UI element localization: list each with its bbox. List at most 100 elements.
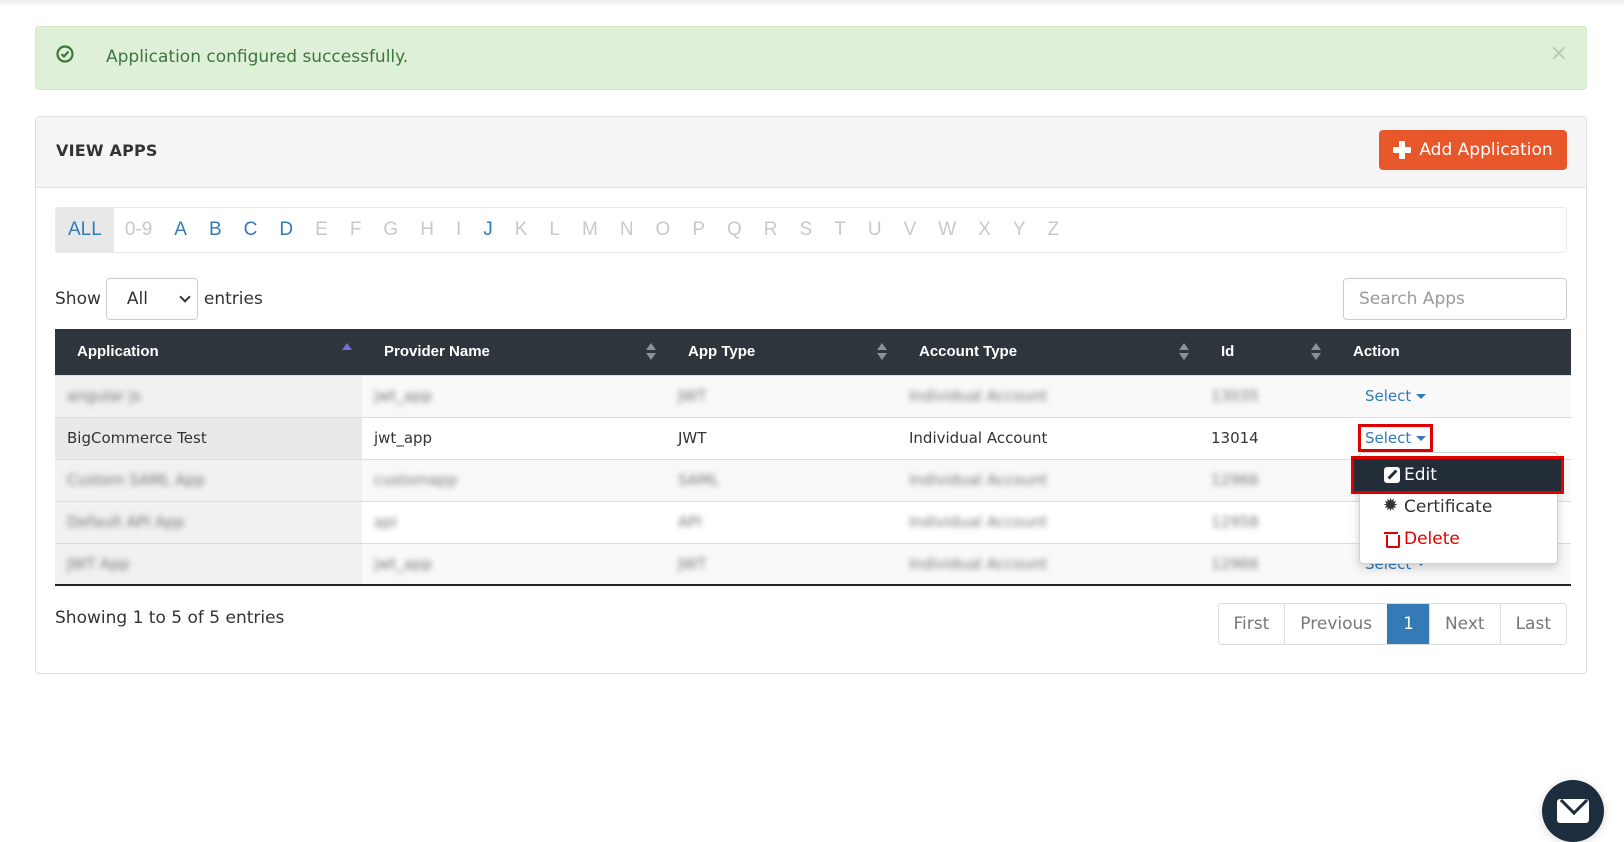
caret-down-icon: [1416, 435, 1427, 441]
alphabet-filter-x[interactable]: X: [967, 208, 1002, 252]
alphabet-filter-p[interactable]: P: [681, 208, 716, 252]
menu-item-certificate[interactable]: Certificate: [1360, 491, 1557, 523]
top-shadow: [0, 0, 1624, 6]
show-label: Show: [55, 289, 101, 309]
table-row: JWT App jwt_app JWT Individual Account 12966…: [55, 542, 1571, 586]
action-dropdown-menu: Edit Certificate Delete: [1351, 452, 1564, 564]
cell-account-type: Individual Account: [897, 542, 1199, 586]
alphabet-filter-c[interactable]: C: [233, 208, 269, 252]
alert-message: Application configured successfully.: [106, 47, 409, 67]
pagination-1[interactable]: 1: [1387, 604, 1429, 644]
alphabet-filter-n[interactable]: N: [609, 208, 645, 252]
column-header-app-type[interactable]: App Type: [666, 329, 897, 375]
alphabet-filter-e[interactable]: E: [304, 208, 339, 252]
cell-application: Custom SAML App: [55, 458, 362, 501]
cell-account-type: Individual Account: [897, 374, 1199, 417]
column-label: App Type: [688, 343, 756, 361]
column-header-id[interactable]: Id: [1199, 329, 1331, 375]
sort-icon: [877, 343, 887, 363]
cell-app-type: API: [666, 500, 897, 543]
alphabet-filter-r[interactable]: R: [753, 208, 789, 252]
action-select-dropdown[interactable]: Select: [1357, 424, 1434, 452]
cell-application-text: BigCommerce Test: [67, 429, 207, 447]
sort-icon: [646, 343, 656, 363]
alphabet-filter-k[interactable]: K: [504, 208, 539, 252]
cell-account-type: Individual Account: [897, 458, 1199, 501]
view-apps-panel: VIEW APPS Add Application ALL 0-9 A B C D E F G H…: [35, 116, 1587, 674]
pagination-next[interactable]: Next: [1428, 604, 1500, 644]
entries-select[interactable]: All: [105, 278, 198, 320]
column-label: Account Type: [919, 343, 1018, 361]
alphabet-filter-y[interactable]: Y: [1002, 208, 1037, 252]
alphabet-filter-v[interactable]: V: [893, 208, 928, 252]
cell-provider-name-text: jwt_app: [374, 554, 433, 573]
cell-application-text: JWT App: [67, 554, 130, 573]
alphabet-filter-i[interactable]: I: [445, 208, 472, 252]
add-application-button[interactable]: Add Application: [1379, 130, 1567, 170]
column-label: Id: [1221, 343, 1235, 361]
column-label: Provider Name: [384, 343, 490, 361]
menu-item-label: Edit: [1404, 465, 1437, 485]
alphabet-filter-t[interactable]: T: [823, 208, 857, 252]
cell-id-text: 12966: [1211, 471, 1259, 489]
add-application-label: Add Application: [1419, 140, 1553, 160]
action-select-dropdown[interactable]: Select: [1361, 385, 1430, 407]
panel-title: VIEW APPS: [56, 141, 158, 160]
cell-account-type-text: Individual Account: [909, 429, 1048, 447]
cell-id: 12966: [1199, 458, 1331, 501]
alphabet-filter-o[interactable]: O: [645, 208, 682, 252]
cell-id: 13014: [1199, 416, 1331, 459]
cell-provider-name: api: [362, 500, 666, 543]
cell-id-text: 12958: [1211, 513, 1259, 531]
cell-provider-name: jwt_app: [362, 374, 666, 417]
alphabet-filter-m[interactable]: M: [571, 208, 609, 252]
column-header-application[interactable]: Application: [55, 329, 362, 375]
cell-id: 12966: [1199, 542, 1331, 586]
menu-item-edit[interactable]: Edit: [1351, 456, 1564, 494]
certificate-icon: [1383, 495, 1400, 516]
alphabet-filter-a[interactable]: A: [163, 208, 198, 252]
select-label: Select: [1365, 387, 1412, 405]
alphabet-filter-u[interactable]: U: [857, 208, 893, 252]
alphabet-filter-g[interactable]: G: [372, 208, 409, 252]
alphabet-filter-w[interactable]: W: [927, 208, 967, 252]
cell-account-type-text: Individual Account: [909, 554, 1048, 573]
alphabet-filter-f[interactable]: F: [339, 208, 373, 252]
contact-mail-button[interactable]: [1542, 780, 1604, 842]
show-entries: Show All entries: [55, 278, 263, 320]
pagination-first[interactable]: First: [1218, 604, 1285, 644]
column-header-provider-name[interactable]: Provider Name: [362, 329, 666, 375]
cell-id-text: 13035: [1211, 387, 1259, 405]
alphabet-filter-s[interactable]: S: [789, 208, 824, 252]
menu-item-label: Delete: [1404, 529, 1460, 549]
cell-provider-name: jwt_app: [362, 542, 666, 586]
alphabet-filter-h[interactable]: H: [409, 208, 445, 252]
menu-item-delete[interactable]: Delete: [1360, 523, 1557, 555]
alphabet-filter-0-9[interactable]: 0-9: [114, 208, 163, 252]
cell-app-type: JWT: [666, 542, 897, 586]
alphabet-filter-j[interactable]: J: [472, 208, 504, 252]
cell-id-text: 13014: [1211, 429, 1259, 447]
close-icon[interactable]: ×: [1550, 43, 1568, 65]
pagination-previous[interactable]: Previous: [1284, 604, 1388, 644]
pagination-last[interactable]: Last: [1499, 604, 1566, 644]
apps-table: Application Provider Name App Type Accou…: [55, 329, 1571, 586]
cell-application: JWT App: [55, 542, 362, 586]
success-alert: Application configured successfully. ×: [35, 26, 1587, 90]
cell-app-type: SAML: [666, 458, 897, 501]
alphabet-filter-d[interactable]: D: [268, 208, 304, 252]
alphabet-filter-z[interactable]: Z: [1037, 208, 1071, 252]
alphabet-filter-q[interactable]: Q: [716, 208, 753, 252]
search-apps-input[interactable]: [1343, 278, 1567, 320]
alphabet-filter: ALL 0-9 A B C D E F G H I J K L M N O P Q R S T U V W X Y Z: [55, 207, 1567, 253]
table-row: BigCommerce Test jwt_app JWT Individual Acc…: [55, 416, 1571, 459]
panel-header: VIEW APPS Add Application: [36, 117, 1586, 188]
column-header-account-type[interactable]: Account Type: [897, 329, 1199, 375]
edit-icon: [1384, 467, 1400, 483]
alphabet-filter-l[interactable]: L: [538, 208, 571, 252]
entries-label: entries: [203, 289, 263, 309]
alphabet-filter-all[interactable]: ALL: [56, 208, 114, 252]
alphabet-filter-b[interactable]: B: [198, 208, 233, 252]
cell-application-text: Custom SAML App: [67, 471, 205, 489]
cell-action: Select: [1331, 374, 1571, 417]
